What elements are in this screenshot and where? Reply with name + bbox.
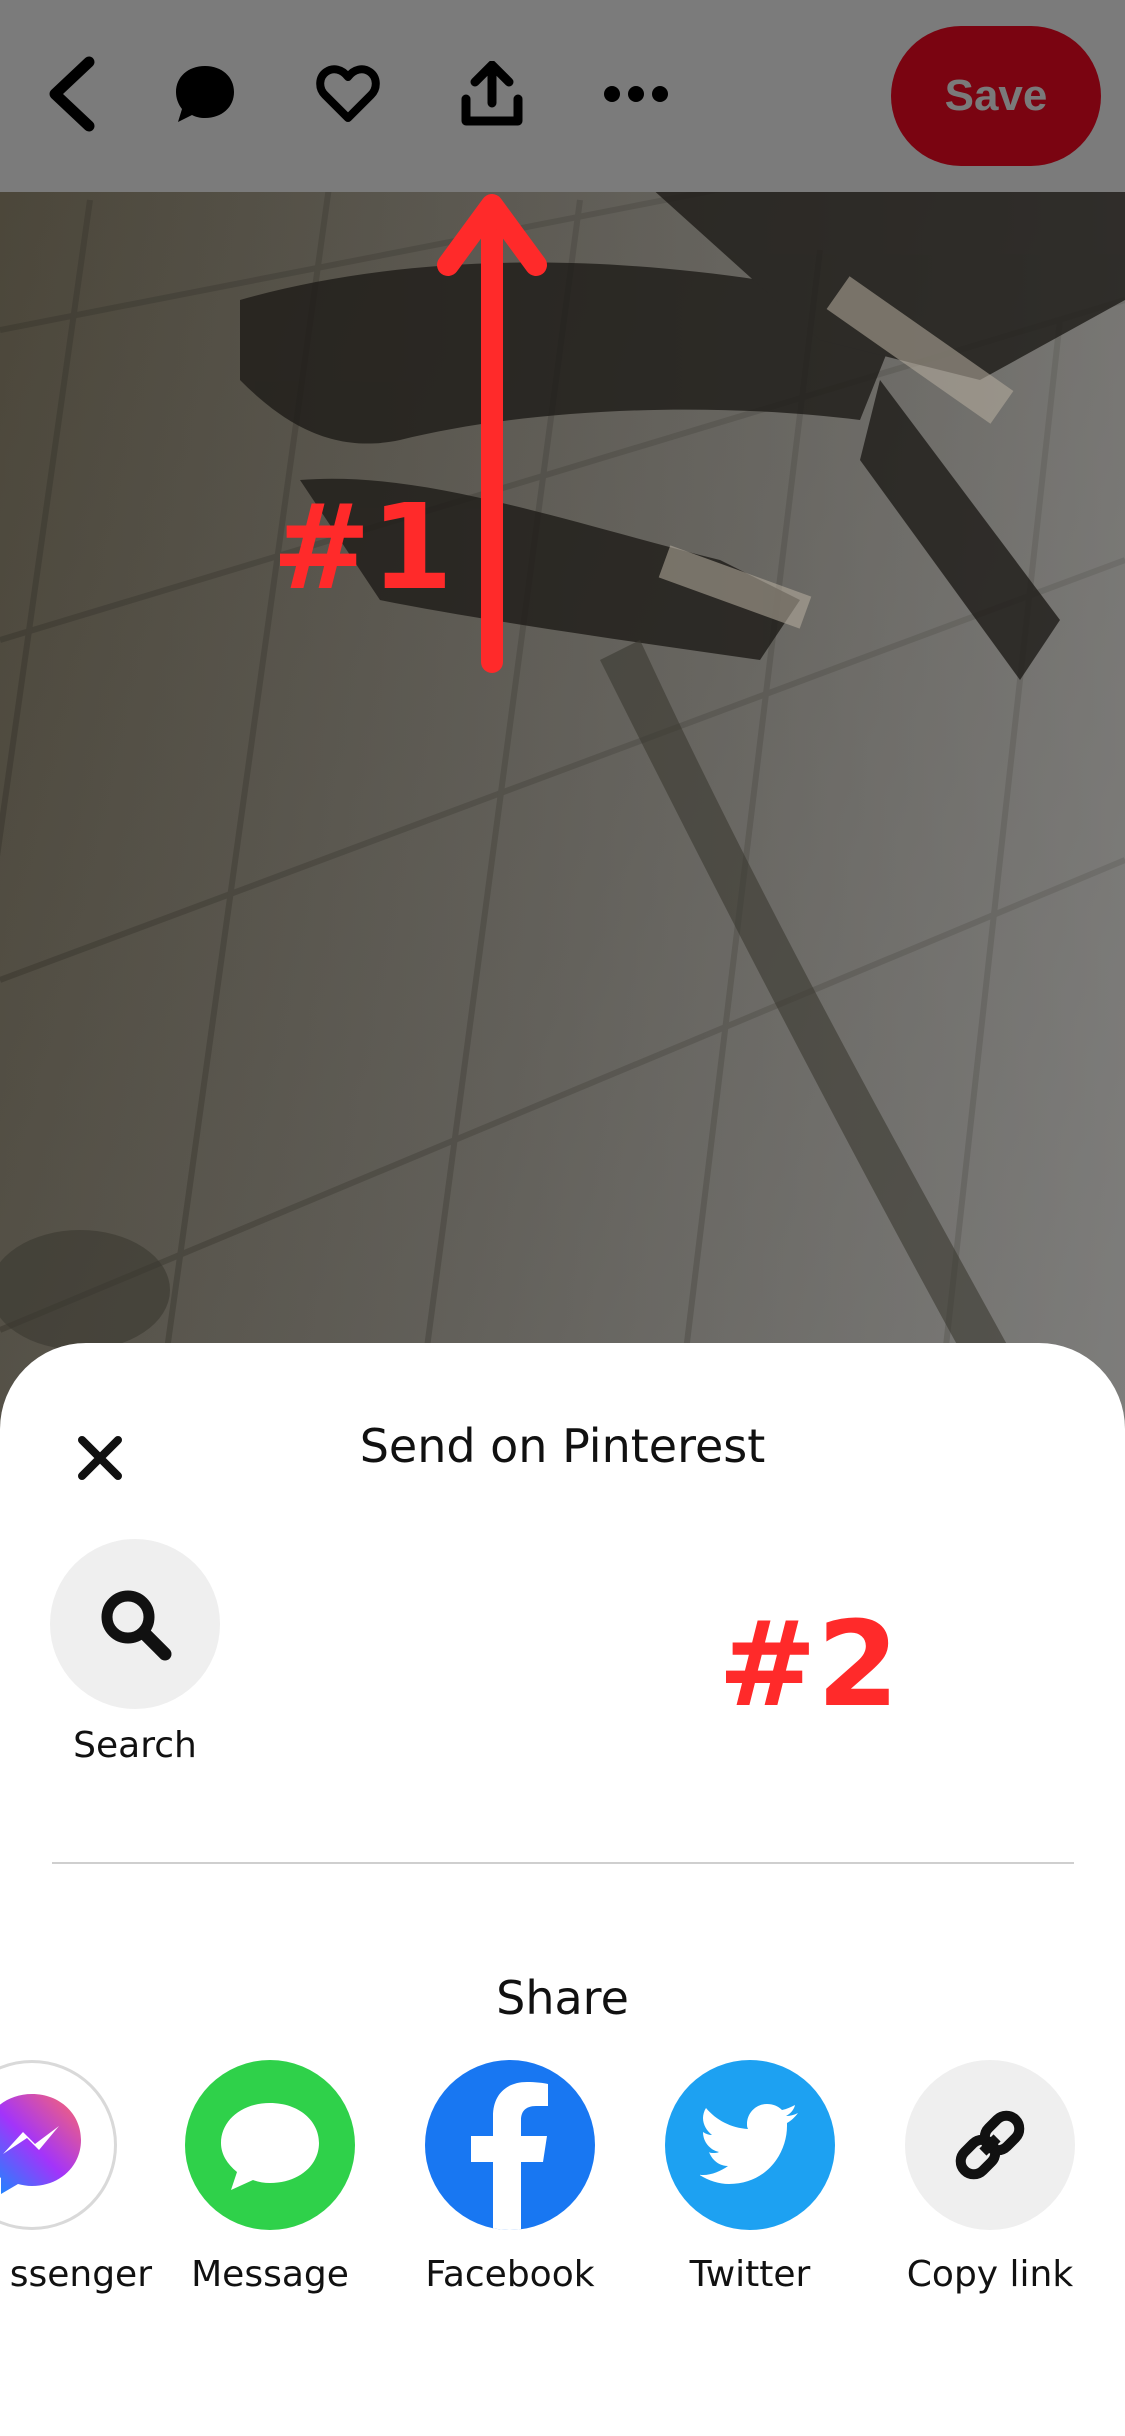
link-icon bbox=[905, 2060, 1075, 2230]
share-app-label: ssenger bbox=[9, 2254, 152, 2295]
share-app-label: Twitter bbox=[689, 2254, 811, 2295]
pin-detail-screen: Save #1 Send on Pinterest Search #2 Shar… bbox=[0, 0, 1125, 2436]
copy-link-button[interactable]: Copy link bbox=[870, 2060, 1110, 2295]
share-app-label: Facebook bbox=[425, 2254, 595, 2295]
sheet-title: Send on Pinterest bbox=[359, 1419, 766, 1473]
send-share-sheet: Send on Pinterest Search #2 Share ssenge… bbox=[0, 1343, 1125, 2436]
message-icon bbox=[185, 2060, 355, 2230]
share-messenger-button[interactable]: ssenger bbox=[0, 2060, 152, 2295]
share-twitter-button[interactable]: Twitter bbox=[630, 2060, 870, 2295]
search-button[interactable] bbox=[50, 1539, 220, 1709]
messenger-icon bbox=[0, 2060, 117, 2230]
divider bbox=[52, 1862, 1074, 1864]
share-app-label: Copy link bbox=[906, 2254, 1074, 2295]
facebook-icon bbox=[425, 2060, 595, 2230]
twitter-icon bbox=[665, 2060, 835, 2230]
share-title: Share bbox=[496, 1971, 629, 2025]
annotation-label-2: #2 bbox=[718, 1595, 899, 1733]
search-label: Search bbox=[73, 1725, 197, 1766]
share-facebook-button[interactable]: Facebook bbox=[390, 2060, 630, 2295]
search-icon bbox=[101, 1590, 172, 1661]
arrow-up-annotation bbox=[437, 194, 547, 673]
annotation-label-1: #1 bbox=[272, 478, 453, 616]
share-message-button[interactable]: Message bbox=[150, 2060, 390, 2295]
share-app-label: Message bbox=[191, 2254, 349, 2295]
